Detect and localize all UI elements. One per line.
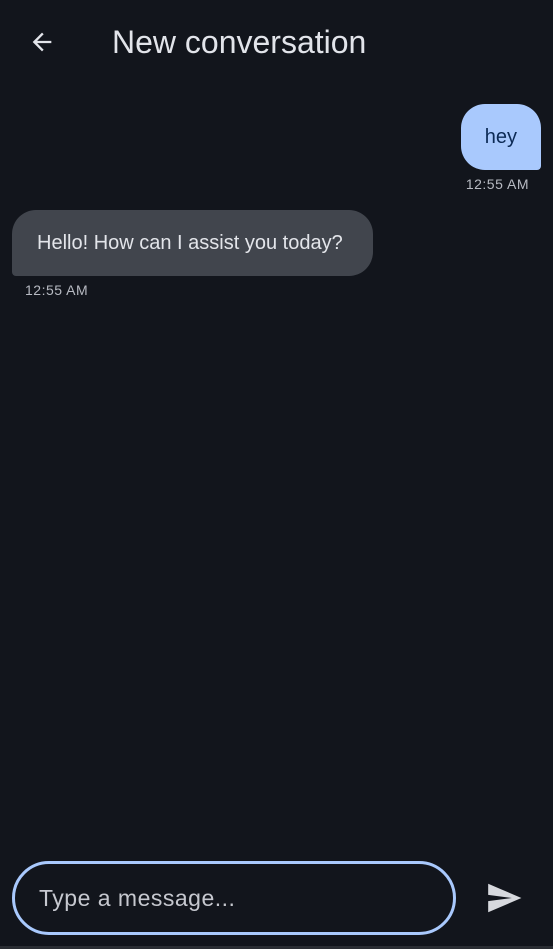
user-message-timestamp: 12:55 AM: [465, 176, 529, 192]
app-bar: New conversation: [0, 0, 553, 84]
message-input[interactable]: [12, 861, 456, 935]
chat-screen: New conversation hey 12:55 AM Hello! How…: [0, 0, 553, 949]
back-button[interactable]: [18, 18, 66, 66]
assistant-message-bubble: Hello! How can I assist you today?: [12, 210, 373, 276]
user-message-bubble: hey: [460, 104, 541, 170]
arrow-left-icon: [32, 32, 52, 52]
send-icon: [488, 883, 522, 913]
assistant-message-timestamp: 12:55 AM: [25, 282, 89, 298]
page-title: New conversation: [112, 24, 367, 60]
send-button[interactable]: [478, 874, 530, 922]
message-composer: [0, 848, 553, 949]
